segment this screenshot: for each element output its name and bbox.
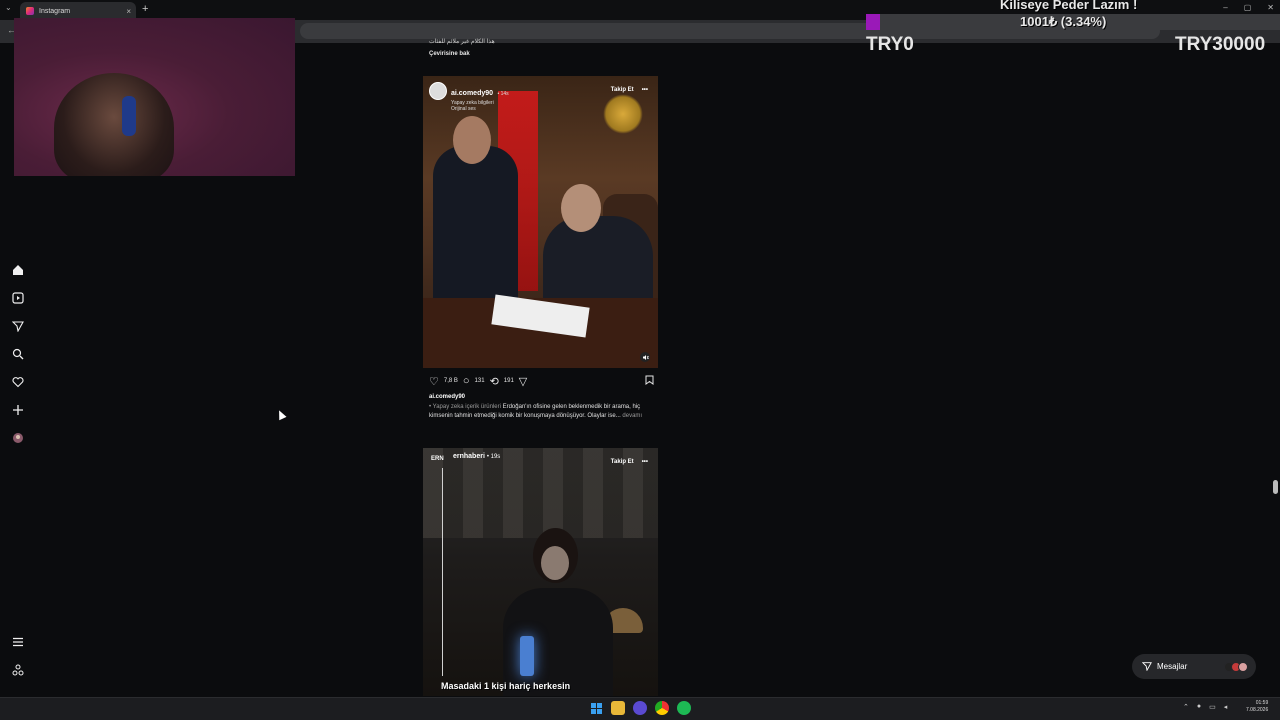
windows-start-icon[interactable] [589,701,603,715]
create-icon[interactable] [10,402,26,418]
avatar [1238,661,1248,672]
donation-goal-min: TRY0 [866,34,914,55]
app-icon[interactable] [633,701,647,715]
bookmark-icon[interactable] [645,375,654,388]
post-author-name[interactable]: ai.comedy90 [451,90,493,97]
post-author-avatar[interactable] [429,82,447,100]
display-icon[interactable]: ▭ [1209,703,1216,711]
post-audio[interactable]: Orijinal ses [451,106,509,112]
donation-goal-title: Kiliseye Peder Lazım ! [1000,0,1138,12]
window-controls: – ▢ ✕ [1223,3,1274,12]
tray-chevron-icon[interactable]: ⌃ [1183,703,1189,711]
caption-tag: • Yapay zeka içerik ürünleri [429,404,501,410]
file-explorer-icon[interactable] [611,701,625,715]
post-time: • 14s [497,91,509,97]
video-overlay-text: Masadaki 1 kişi hariç herkesin [441,681,571,691]
follow-button-2[interactable]: Takip Et [611,459,634,465]
post-header: ai.comedy90 • 14s Yapay zeka bilgileri O… [429,82,509,112]
send-icon-messages [1141,661,1152,673]
home-icon[interactable] [10,262,26,278]
share-icon[interactable]: ▽ [519,375,527,388]
mute-icon[interactable] [640,352,650,362]
like-count: 7,8 B [443,378,458,384]
more-options-icon-2[interactable]: ••• [642,459,648,465]
close-tab-icon[interactable]: × [126,7,131,16]
new-tab-button[interactable]: + [142,3,148,15]
post-header-actions: Takip Et ••• [611,87,648,93]
system-tray: ⌃ ● ▭ ◂ [1183,703,1227,711]
caption-author[interactable]: ai.comedy90 [429,394,465,400]
donation-goal-max: TRY30000 [1175,34,1266,55]
comment-count: 131 [474,378,485,384]
clock-date: 7.08.2026 [1246,707,1269,713]
see-translation-link[interactable]: Çevirisine bak [429,51,470,57]
heart-icon[interactable] [10,374,26,390]
like-icon[interactable]: ♡ [429,375,439,388]
reels-icon[interactable] [10,290,26,306]
chrome-icon[interactable] [655,701,669,715]
video-timeline[interactable] [442,468,443,676]
profile-icon[interactable] [10,430,26,446]
messages-button[interactable]: Mesajlar [1132,654,1256,679]
woman-face [541,546,569,580]
post-actions: ♡ 7,8 B ○ 131 ⟲ 191 ▽ [429,374,654,388]
send-icon[interactable] [10,318,26,334]
post-header-actions-2: Takip Et ••• [611,459,648,465]
meta-icon[interactable] [10,662,26,678]
volume-icon[interactable]: ◂ [1224,703,1228,711]
donation-goal-progress: 1001₺ (3.34%) [1020,14,1107,29]
donation-goal-fill [866,14,880,30]
standing-figure-head [453,116,491,164]
maximize-button[interactable]: ▢ [1244,3,1252,12]
menu-icon[interactable] [10,634,26,650]
mic-icon[interactable]: ● [1197,703,1201,711]
spotify-icon[interactable] [677,701,691,715]
tab-list-dropdown-icon[interactable]: ⌄ [5,3,12,12]
repost-icon[interactable]: ⟲ [490,375,499,388]
emblem [603,94,643,134]
post-media-1[interactable]: ai.comedy90 • 14s Yapay zeka bilgileri O… [423,76,658,368]
minimize-button[interactable]: – [1223,3,1227,12]
caption-text: • Yapay zeka içerik ürünleri Erdoğan'ın … [429,403,654,421]
comment-icon[interactable]: ○ [463,375,470,387]
clock-time: 01:59 [1255,700,1269,706]
repost-count: 191 [503,378,514,384]
caption-more-link[interactable]: devamı [622,413,642,419]
messages-label: Mesajlar [1157,662,1188,671]
follow-button[interactable]: Takip Et [611,87,634,93]
webcam-overlay [14,18,295,176]
post-author-name-2[interactable]: ernhaberi • 19s [453,453,500,460]
seated-figure-head [561,184,601,232]
more-options-icon[interactable]: ••• [642,87,648,93]
streamer-figure [54,73,174,176]
instagram-favicon-icon [26,7,34,15]
ern-logo: ERN [431,456,444,462]
headset [122,96,136,136]
glowing-phone [520,636,534,676]
search-icon[interactable] [10,346,26,362]
scrollbar-thumb[interactable] [1273,480,1278,494]
message-avatars [1224,661,1248,672]
mouse-cursor [275,408,287,421]
system-clock[interactable]: 01:59 7.08.2026 [1246,700,1268,714]
previous-post-caption: هذا الكلام غير ملائم للفئات [429,39,495,45]
tab-title: Instagram [39,7,71,15]
post-media-2[interactable]: ERN ernhaberi • 19s Takip Et ••• Masadak… [423,448,658,696]
close-window-button[interactable]: ✕ [1267,3,1274,12]
